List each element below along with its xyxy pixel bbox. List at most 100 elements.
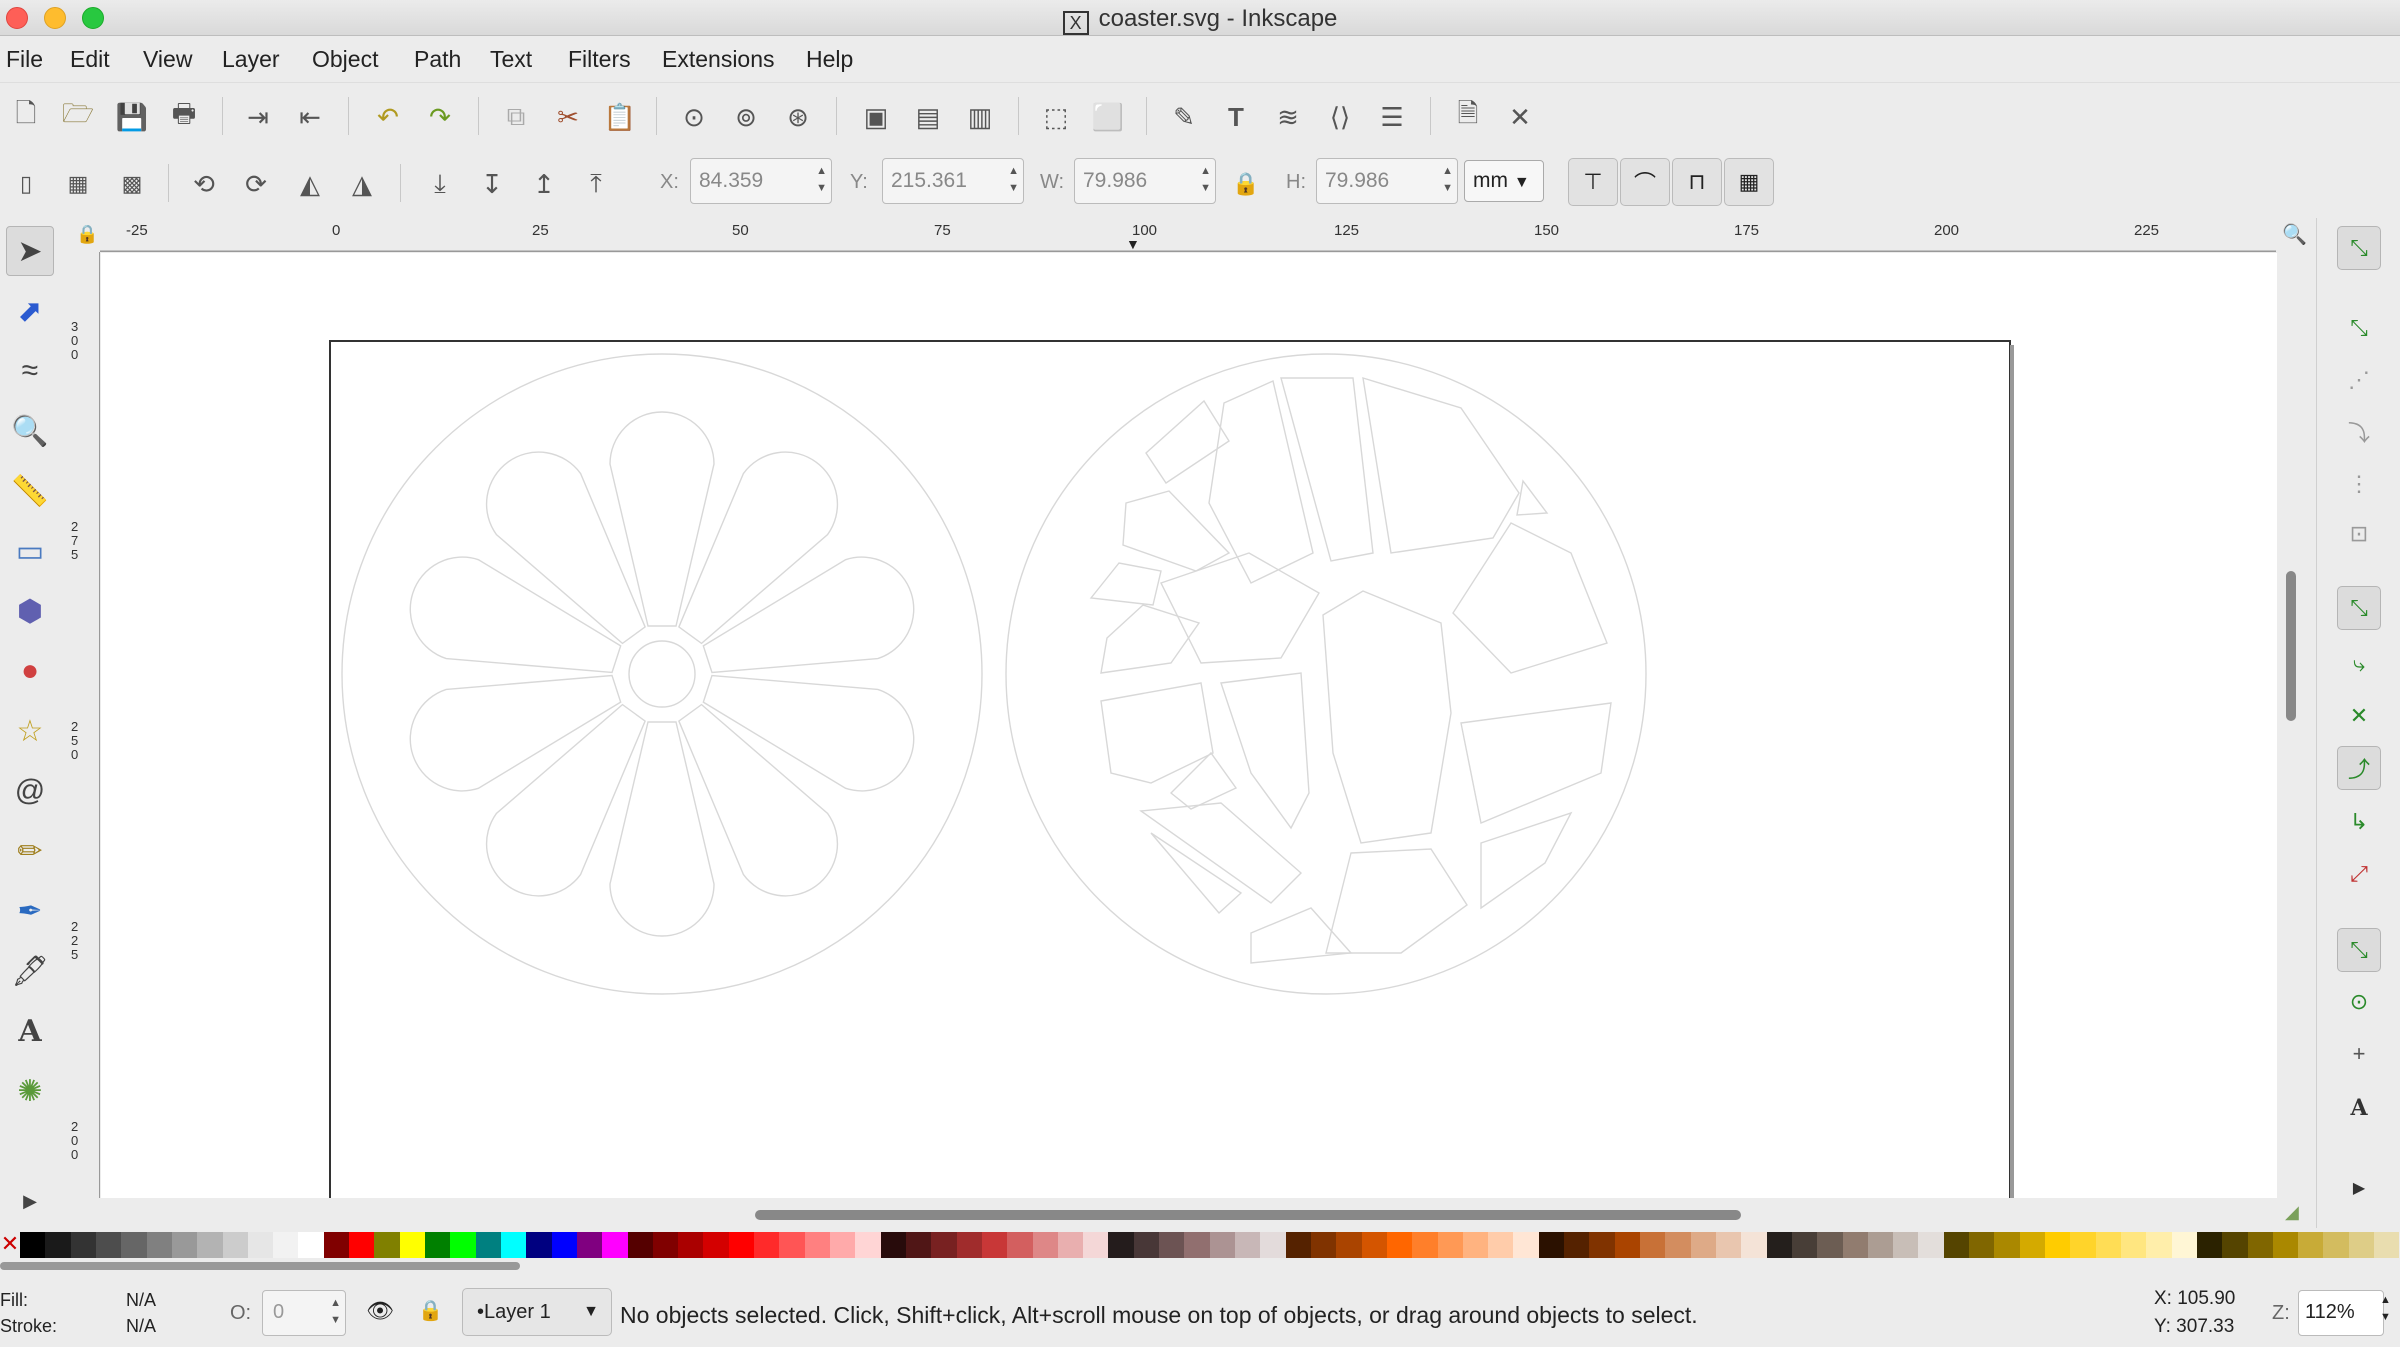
color-swatch[interactable] bbox=[1209, 1232, 1235, 1258]
color-swatch[interactable] bbox=[905, 1232, 932, 1258]
spray-tool-icon[interactable]: ✺ bbox=[6, 1066, 54, 1116]
unit-select[interactable]: mm ▼ bbox=[1464, 160, 1544, 202]
select-all-layers-icon[interactable]: ▦ bbox=[58, 164, 98, 204]
redo-icon[interactable]: ↷ bbox=[420, 97, 460, 137]
zoom-drawing-icon[interactable]: ⊚ bbox=[726, 97, 766, 137]
xml-editor-icon[interactable]: ⟨⟩ bbox=[1320, 97, 1360, 137]
color-swatch[interactable] bbox=[1412, 1232, 1438, 1258]
color-swatch[interactable] bbox=[247, 1232, 274, 1258]
drawing-canvas[interactable] bbox=[101, 253, 2277, 1198]
color-swatch[interactable] bbox=[2298, 1232, 2324, 1258]
color-swatch[interactable] bbox=[1564, 1232, 1590, 1258]
color-swatch[interactable] bbox=[1386, 1232, 1413, 1258]
cut-icon[interactable]: ✂ bbox=[548, 97, 588, 137]
palette-scroll-thumb[interactable] bbox=[0, 1262, 520, 1270]
lock-ratio-icon[interactable]: 🔒 bbox=[1226, 164, 1266, 204]
color-swatch[interactable] bbox=[1943, 1232, 1970, 1258]
zoom-input[interactable]: 112% bbox=[2298, 1290, 2384, 1336]
print-icon[interactable]: 🖶 bbox=[164, 97, 204, 137]
color-swatch[interactable] bbox=[2070, 1232, 2096, 1258]
snap-smooth-nodes-icon[interactable]: ↳ bbox=[2337, 800, 2381, 844]
text-tool-icon[interactable]: A bbox=[6, 1006, 54, 1056]
x-stepper[interactable]: ▲ ▼ bbox=[816, 163, 827, 197]
color-swatch[interactable] bbox=[45, 1232, 71, 1258]
w-input[interactable]: 79.986 ▲ ▼ bbox=[1074, 158, 1216, 204]
align-distribute-icon[interactable]: ☰ bbox=[1372, 97, 1412, 137]
color-swatch[interactable] bbox=[576, 1232, 603, 1258]
color-swatch[interactable] bbox=[2222, 1232, 2248, 1258]
scale-stroke-toggle[interactable]: ⊤ bbox=[1568, 158, 1618, 206]
pencil-tool-icon[interactable]: ✏ bbox=[6, 826, 54, 876]
w-stepper[interactable]: ▲ ▼ bbox=[1200, 163, 1211, 197]
group-icon[interactable]: ⬚ bbox=[1036, 97, 1076, 137]
copy-icon[interactable]: ⧉ bbox=[496, 97, 536, 137]
preferences-icon[interactable]: ✕ bbox=[1500, 97, 1540, 137]
enable-snapping-icon[interactable]: ⤡ bbox=[2337, 226, 2381, 270]
open-file-icon[interactable]: 🗁 bbox=[58, 97, 98, 137]
color-swatch[interactable] bbox=[1032, 1232, 1058, 1258]
spiral-tool-icon[interactable]: @ bbox=[6, 766, 54, 816]
h-input[interactable]: 79.986 ▲ ▼ bbox=[1316, 158, 1458, 204]
stroke-value[interactable]: N/A bbox=[126, 1316, 156, 1337]
color-swatch[interactable] bbox=[1665, 1232, 1691, 1258]
measure-tool-icon[interactable]: 📏 bbox=[6, 466, 54, 516]
color-swatch[interactable] bbox=[298, 1232, 324, 1258]
color-swatch[interactable] bbox=[1589, 1232, 1615, 1258]
transform-gradients-toggle[interactable]: ⊓ bbox=[1672, 158, 1722, 206]
color-swatch[interactable] bbox=[1715, 1232, 1742, 1258]
color-swatch[interactable] bbox=[1007, 1232, 1033, 1258]
color-swatch[interactable] bbox=[1614, 1232, 1640, 1258]
color-swatch[interactable] bbox=[2120, 1232, 2147, 1258]
color-swatch[interactable] bbox=[880, 1232, 906, 1258]
color-swatch[interactable] bbox=[627, 1232, 653, 1258]
vertical-scrollbar[interactable] bbox=[2280, 253, 2308, 1198]
color-swatch[interactable] bbox=[1108, 1232, 1134, 1258]
color-swatch[interactable] bbox=[1640, 1232, 1666, 1258]
color-swatch[interactable] bbox=[981, 1232, 1008, 1258]
color-swatch[interactable] bbox=[197, 1232, 223, 1258]
menu-extensions[interactable]: Extensions bbox=[662, 46, 775, 73]
snap-rotation-center-icon[interactable]: + bbox=[2337, 1032, 2381, 1076]
color-swatch[interactable] bbox=[2247, 1232, 2273, 1258]
menu-path[interactable]: Path bbox=[414, 46, 461, 73]
horizontal-scroll-thumb[interactable] bbox=[755, 1210, 1741, 1220]
import-icon[interactable]: ⇥ bbox=[238, 97, 278, 137]
raise-to-top-icon[interactable]: ⤒ bbox=[576, 164, 616, 204]
color-swatch[interactable] bbox=[425, 1232, 451, 1258]
expand-snapbar-icon[interactable]: ▶ bbox=[2337, 1166, 2381, 1210]
color-swatch[interactable] bbox=[1867, 1232, 1894, 1258]
zoom-page-icon[interactable]: ⊛ bbox=[778, 97, 818, 137]
color-swatch[interactable] bbox=[1741, 1232, 1767, 1258]
zoom-tool-icon[interactable]: 🔍 bbox=[6, 406, 54, 456]
color-swatch[interactable] bbox=[1437, 1232, 1463, 1258]
color-swatch[interactable] bbox=[323, 1232, 350, 1258]
snap-text-baseline-icon[interactable]: A bbox=[2337, 1086, 2381, 1130]
color-swatch[interactable] bbox=[146, 1232, 172, 1258]
opacity-input[interactable]: 0 ▲ ▼ bbox=[262, 1290, 346, 1336]
clone-icon[interactable]: ▤ bbox=[908, 97, 948, 137]
h-stepper[interactable]: ▲ ▼ bbox=[1442, 163, 1453, 197]
color-swatch[interactable] bbox=[70, 1232, 96, 1258]
vertical-scroll-thumb[interactable] bbox=[2286, 571, 2296, 721]
color-swatch[interactable] bbox=[728, 1232, 755, 1258]
zoom-corner-icon[interactable]: 🔍 bbox=[2282, 222, 2307, 247]
color-swatch[interactable] bbox=[349, 1232, 375, 1258]
color-swatch[interactable] bbox=[399, 1232, 425, 1258]
color-swatch[interactable] bbox=[1285, 1232, 1311, 1258]
text-font-icon[interactable]: T bbox=[1216, 97, 1256, 137]
selector-tool-icon[interactable]: ➤ bbox=[6, 226, 54, 276]
menu-edit[interactable]: Edit bbox=[70, 46, 110, 73]
layer-select[interactable]: •Layer 1 ▼ bbox=[462, 1288, 612, 1336]
tweak-tool-icon[interactable]: ≈ bbox=[6, 346, 54, 396]
color-swatch[interactable] bbox=[551, 1232, 577, 1258]
color-swatch[interactable] bbox=[2374, 1232, 2400, 1258]
color-swatch[interactable] bbox=[475, 1232, 501, 1258]
color-swatch[interactable] bbox=[1817, 1232, 1843, 1258]
menu-layer[interactable]: Layer bbox=[222, 46, 280, 73]
color-swatch[interactable] bbox=[652, 1232, 679, 1258]
color-swatch[interactable] bbox=[121, 1232, 147, 1258]
snap-intersections-icon[interactable]: ✕ bbox=[2337, 694, 2381, 738]
star-tool-icon[interactable]: ☆ bbox=[6, 706, 54, 756]
menu-object[interactable]: Object bbox=[312, 46, 378, 73]
snap-cusp-nodes-icon[interactable]: ⤴ bbox=[2337, 746, 2381, 790]
